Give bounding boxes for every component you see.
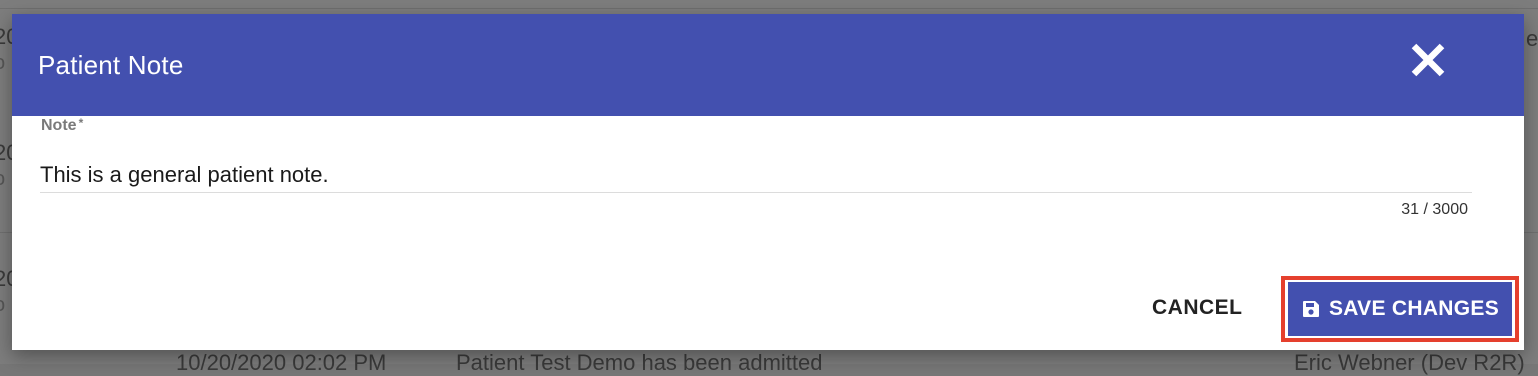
- required-marker: *: [78, 116, 84, 130]
- cancel-button[interactable]: CANCEL: [1136, 280, 1259, 336]
- note-field-label: Note *: [41, 116, 84, 135]
- dialog-title: Patient Note: [38, 50, 184, 80]
- background-row-message: Patient Test Demo has been admitted: [456, 350, 823, 375]
- background-row-fragment: o: [0, 294, 5, 317]
- background-divider: [0, 8, 1538, 9]
- character-counter: 31 / 3000: [1401, 201, 1468, 218]
- background-row-fragment: o: [0, 52, 5, 75]
- close-button[interactable]: [1408, 40, 1448, 80]
- save-changes-button[interactable]: SAVE CHANGES: [1288, 282, 1512, 336]
- background-row-fragment: o: [0, 168, 5, 191]
- background-row-fragment: e: [1526, 26, 1538, 51]
- close-icon: [1411, 43, 1445, 77]
- save-icon: [1302, 301, 1319, 317]
- note-input[interactable]: [40, 158, 1472, 193]
- note-label-text: Note: [41, 117, 77, 134]
- background-row-date: 10/20/2020 02:02 PM: [176, 350, 387, 375]
- save-button-label: SAVE CHANGES: [1328, 297, 1500, 320]
- background-row-user: Eric Webner (Dev R2R): [1294, 350, 1525, 375]
- dialog-header: Patient Note: [12, 14, 1524, 116]
- patient-note-dialog: Patient Note Note* 31 / 3000 CANCEL SAVE…: [12, 14, 1524, 350]
